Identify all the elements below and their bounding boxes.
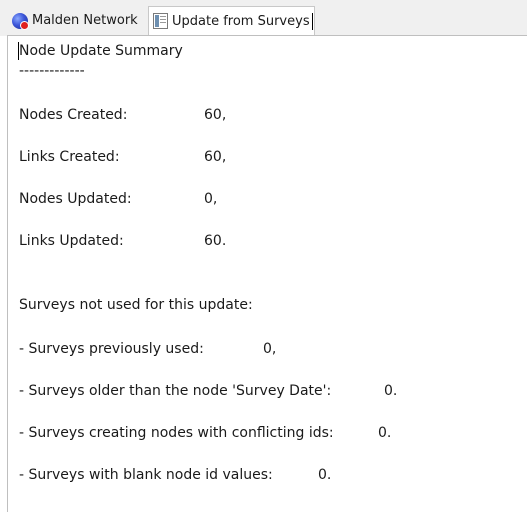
tab-label: Malden Network [32, 13, 138, 28]
unused-label-older-than-survey-date: - Surveys older than the node 'Survey Da… [19, 383, 332, 399]
stat-label-nodes-updated: Nodes Updated: [19, 191, 132, 207]
stat-value-links-updated: 60. [204, 233, 227, 249]
unused-label-blank-node-ids: - Surveys with blank node id values: [19, 467, 273, 483]
stat-value-links-created: 60, [204, 149, 227, 165]
stat-value-nodes-created: 60, [204, 107, 227, 123]
stat-label-nodes-created: Nodes Created: [19, 107, 128, 123]
stat-value-nodes-updated: 0, [204, 191, 218, 207]
stat-label-links-updated: Links Updated: [19, 233, 124, 249]
text-cursor [311, 12, 313, 30]
unused-value-older-than-survey-date: 0. [384, 383, 398, 399]
tab-label: Update from Surveys [172, 13, 310, 29]
unused-label-previously-used: - Surveys previously used: [19, 341, 204, 357]
unused-label-conflicting-ids: - Surveys creating nodes with conflictin… [19, 425, 334, 441]
summary-title: Node Update Summary [19, 43, 183, 59]
window: Malden Network Update from Surveys Node … [0, 0, 527, 512]
summary-underline: ------------- [19, 63, 85, 79]
globe-icon [12, 12, 29, 30]
tab-bar: Malden Network Update from Surveys [0, 0, 527, 36]
tab-malden-network[interactable]: Malden Network [10, 7, 148, 34]
document-icon [153, 13, 168, 29]
unused-value-previously-used: 0, [263, 341, 277, 357]
unused-value-blank-node-ids: 0. [318, 467, 332, 483]
unused-surveys-heading: Surveys not used for this update: [19, 297, 253, 313]
unused-value-conflicting-ids: 0. [378, 425, 392, 441]
tab-update-from-surveys[interactable]: Update from Surveys [148, 6, 315, 35]
stat-label-links-created: Links Created: [19, 149, 120, 165]
